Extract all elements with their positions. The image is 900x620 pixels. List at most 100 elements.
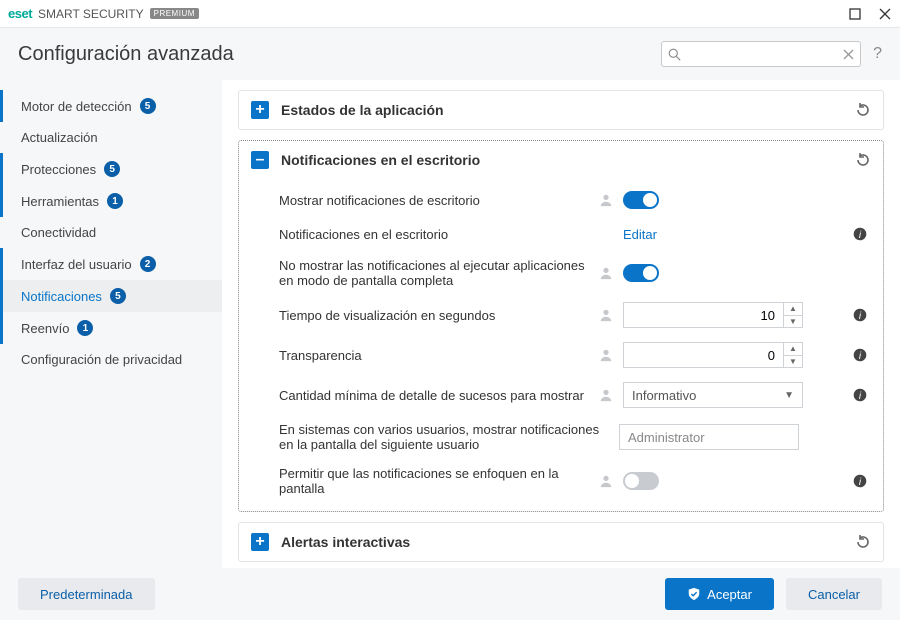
- toggle-show-notifications[interactable]: [623, 191, 659, 209]
- revert-icon[interactable]: [855, 102, 871, 118]
- sidebar-item-protections[interactable]: Protecciones 5: [0, 153, 222, 185]
- section-title: Estados de la aplicación: [281, 102, 855, 118]
- sidebar-item-connectivity[interactable]: Conectividad: [0, 217, 222, 248]
- step-down-icon[interactable]: ▼: [784, 356, 802, 368]
- sidebar-badge: 1: [107, 193, 123, 209]
- info-icon[interactable]: i: [853, 308, 867, 322]
- sidebar-badge: 5: [140, 98, 156, 114]
- row-label: Transparencia: [279, 348, 599, 363]
- row-display-time: Tiempo de visualización en segundos ▲▼ i: [239, 295, 883, 335]
- edition-badge: PREMIUM: [150, 8, 199, 19]
- shield-icon: [687, 587, 701, 601]
- row-label: Notificaciones en el escritorio: [279, 227, 599, 242]
- info-icon[interactable]: i: [853, 474, 867, 488]
- search-input[interactable]: [681, 47, 843, 61]
- info-icon[interactable]: i: [853, 348, 867, 362]
- row-verbosity: Cantidad mínima de detalle de sucesos pa…: [239, 375, 883, 415]
- sidebar-item-label: Actualización: [21, 130, 98, 145]
- person-icon: [599, 308, 613, 322]
- row-multiuser: En sistemas con varios usuarios, mostrar…: [239, 415, 883, 459]
- toggle-fullscreen[interactable]: [623, 264, 659, 282]
- edit-link[interactable]: Editar: [623, 227, 657, 242]
- close-icon[interactable]: [878, 7, 892, 21]
- sidebar-item-detection-engine[interactable]: Motor de detección 5: [0, 90, 222, 122]
- row-label: Mostrar notificaciones de escritorio: [279, 193, 599, 208]
- sidebar-item-label: Protecciones: [21, 162, 96, 177]
- step-up-icon[interactable]: ▲: [784, 343, 802, 356]
- button-label: Predeterminada: [40, 587, 133, 602]
- sidebar-item-label: Interfaz del usuario: [21, 257, 132, 272]
- brand: eset SMART SECURITY PREMIUM: [8, 6, 199, 21]
- main-panel: + Estados de la aplicación – Notificacio…: [222, 80, 900, 568]
- header: Configuración avanzada ?: [0, 28, 900, 80]
- sidebar-item-label: Reenvío: [21, 321, 69, 336]
- revert-icon[interactable]: [855, 152, 871, 168]
- row-transparency: Transparencia ▲▼ i: [239, 335, 883, 375]
- section-desktop-notifications: – Notificaciones en el escritorio Mostra…: [238, 140, 884, 512]
- step-down-icon[interactable]: ▼: [784, 316, 802, 328]
- sidebar-item-tools[interactable]: Herramientas 1: [0, 185, 222, 217]
- multiuser-field[interactable]: Administrator: [619, 424, 799, 450]
- display-time-input[interactable]: [623, 302, 783, 328]
- verbosity-select[interactable]: Informativo ▼: [623, 382, 803, 408]
- transparency-input[interactable]: [623, 342, 783, 368]
- sidebar-item-label: Motor de detección: [21, 99, 132, 114]
- sidebar-item-privacy[interactable]: Configuración de privacidad: [0, 344, 222, 375]
- section-title: Notificaciones en el escritorio: [281, 152, 855, 168]
- brand-logo: eset: [8, 6, 32, 21]
- collapse-icon: –: [251, 151, 269, 169]
- section-header[interactable]: + Estados de la aplicación: [239, 91, 883, 129]
- sidebar-item-label: Notificaciones: [21, 289, 102, 304]
- info-icon[interactable]: i: [853, 388, 867, 402]
- transparency-stepper[interactable]: ▲▼: [623, 342, 803, 368]
- search-box[interactable]: [661, 41, 861, 67]
- sidebar-item-notifications[interactable]: Notificaciones 5: [0, 280, 222, 312]
- sidebar-item-update[interactable]: Actualización: [0, 122, 222, 153]
- search-icon: [668, 48, 681, 61]
- toggle-focus[interactable]: [623, 472, 659, 490]
- expand-icon: +: [251, 533, 269, 551]
- cancel-button[interactable]: Cancelar: [786, 578, 882, 610]
- multiuser-value: Administrator: [628, 430, 705, 445]
- maximize-icon[interactable]: [848, 7, 862, 21]
- product-name: SMART SECURITY: [38, 7, 144, 21]
- section-body: Mostrar notificaciones de escritorio Not…: [239, 179, 883, 511]
- sidebar-badge: 5: [110, 288, 126, 304]
- step-up-icon[interactable]: ▲: [784, 303, 802, 316]
- row-label: En sistemas con varios usuarios, mostrar…: [279, 422, 619, 452]
- display-time-stepper[interactable]: ▲▼: [623, 302, 803, 328]
- sidebar-item-ui[interactable]: Interfaz del usuario 2: [0, 248, 222, 280]
- sidebar-item-label: Configuración de privacidad: [21, 352, 182, 367]
- section-title: Alertas interactivas: [281, 534, 855, 550]
- accept-button[interactable]: Aceptar: [665, 578, 774, 610]
- expand-icon: +: [251, 101, 269, 119]
- info-icon[interactable]: i: [853, 227, 867, 241]
- button-label: Aceptar: [707, 587, 752, 602]
- person-icon: [599, 348, 613, 362]
- page-title: Configuración avanzada: [18, 43, 649, 66]
- revert-icon[interactable]: [855, 534, 871, 550]
- row-label: Tiempo de visualización en segundos: [279, 308, 599, 323]
- sidebar-badge: 1: [77, 320, 93, 336]
- chevron-down-icon: ▼: [784, 390, 794, 401]
- titlebar: eset SMART SECURITY PREMIUM: [0, 0, 900, 28]
- clear-search-icon[interactable]: [843, 49, 854, 60]
- section-header[interactable]: – Notificaciones en el escritorio: [239, 141, 883, 179]
- row-label: Cantidad mínima de detalle de sucesos pa…: [279, 388, 599, 403]
- sidebar-item-label: Herramientas: [21, 194, 99, 209]
- section-header[interactable]: + Alertas interactivas: [239, 523, 883, 561]
- row-label: Permitir que las notificaciones se enfoq…: [279, 466, 599, 496]
- sidebar-item-label: Conectividad: [21, 225, 96, 240]
- sidebar-item-forwarding[interactable]: Reenvío 1: [0, 312, 222, 344]
- section-app-states: + Estados de la aplicación: [238, 90, 884, 130]
- default-button[interactable]: Predeterminada: [18, 578, 155, 610]
- sidebar-badge: 5: [104, 161, 120, 177]
- verbosity-value: Informativo: [632, 388, 784, 403]
- person-icon: [599, 388, 613, 402]
- section-interactive-alerts: + Alertas interactivas: [238, 522, 884, 562]
- person-icon: [599, 266, 613, 280]
- row-show-notifications: Mostrar notificaciones de escritorio: [239, 183, 883, 217]
- person-icon: [599, 474, 613, 488]
- sidebar: Motor de detección 5 Actualización Prote…: [0, 80, 222, 568]
- help-icon[interactable]: ?: [873, 45, 882, 63]
